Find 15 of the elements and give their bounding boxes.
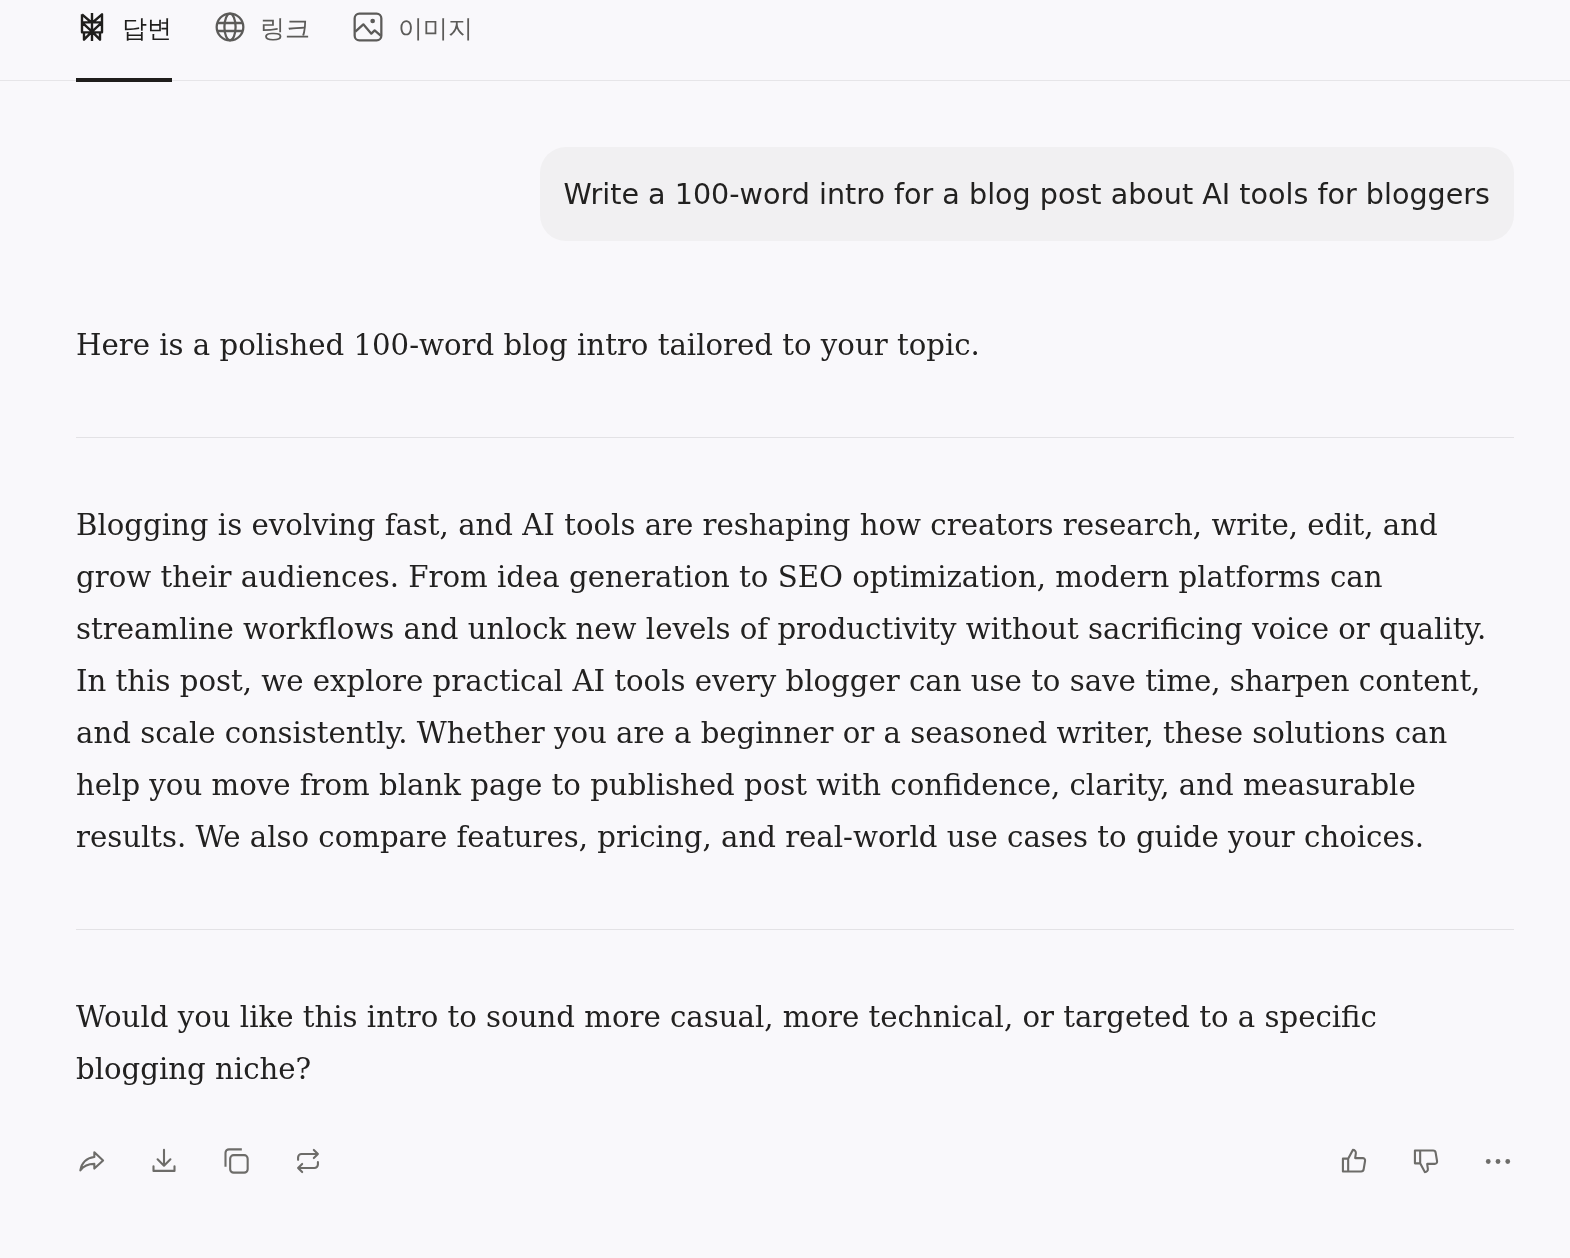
repeat-icon [294,1147,322,1175]
response-paragraph: Blogging is evolving fast, and AI tools are reshaping how creators research, write, edit, and grow their audiences. From idea generation to SEO optimization, modern platforms can streamline workflows and unlock new levels of productivity without sacrificing voice or quality. In this post, we explore practical AI tools every blogger can use to save time, sharpen content, and scale consistently. Whether you are a beginner or a seasoned writer, these solutions can help you move from blank page to published post with confidence, clarity, and measurable results. We also compare features, pricing, and real-world use cases to guide your choices. [76,507,1488,856]
user-message: Write a 100-word intro for a blog post about AI tools for bloggers [539,147,1514,241]
tab[interactable]: 이미지 [352,0,473,82]
response-paragraph: Here is a polished 100-word blog intro tailored to your topic. [76,327,981,364]
copy-icon [222,1147,250,1175]
more-icon [1485,1157,1511,1165]
response-paragraph: Would you like this intro to sound more casual, more technical, or targeted to a specific blogging niche? [76,999,1378,1088]
tab[interactable]: 링크 [214,0,310,82]
download-icon [150,1147,178,1175]
globe-icon [214,11,246,43]
thumbs-down-icon [1412,1147,1440,1175]
tab[interactable]: 답변 [76,0,172,82]
image-icon [352,11,384,43]
thumbs-up-icon [1340,1147,1368,1175]
